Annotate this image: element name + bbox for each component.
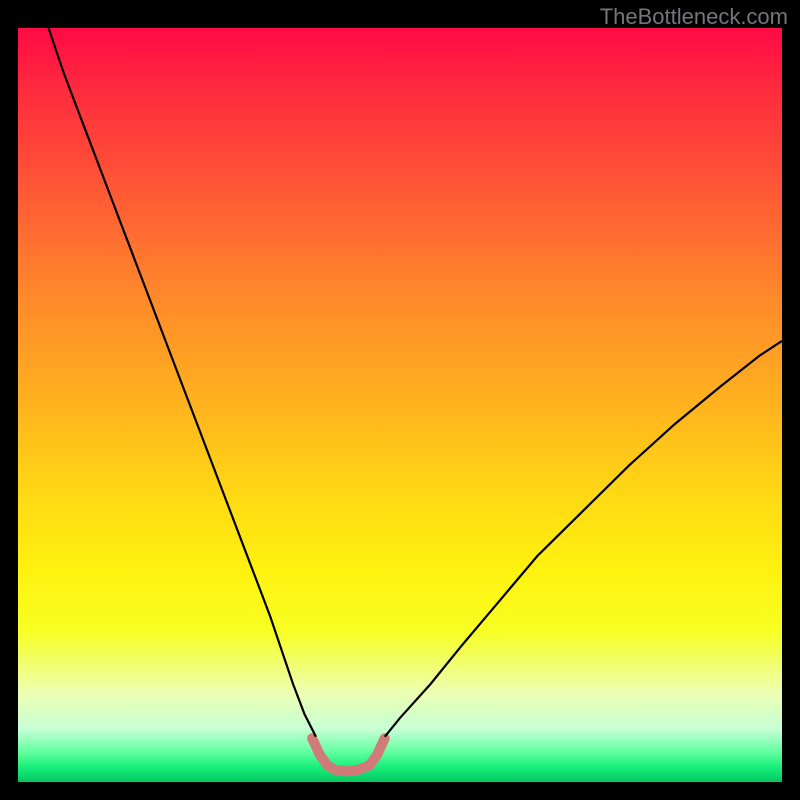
bottom-highlight-path — [312, 738, 385, 771]
chart-container: TheBottleneck.com — [0, 0, 800, 800]
plot-area — [18, 28, 782, 782]
chart-svg — [18, 28, 782, 782]
left-curve-path — [49, 28, 316, 737]
watermark-text: TheBottleneck.com — [600, 4, 788, 30]
right-curve-path — [385, 341, 782, 737]
